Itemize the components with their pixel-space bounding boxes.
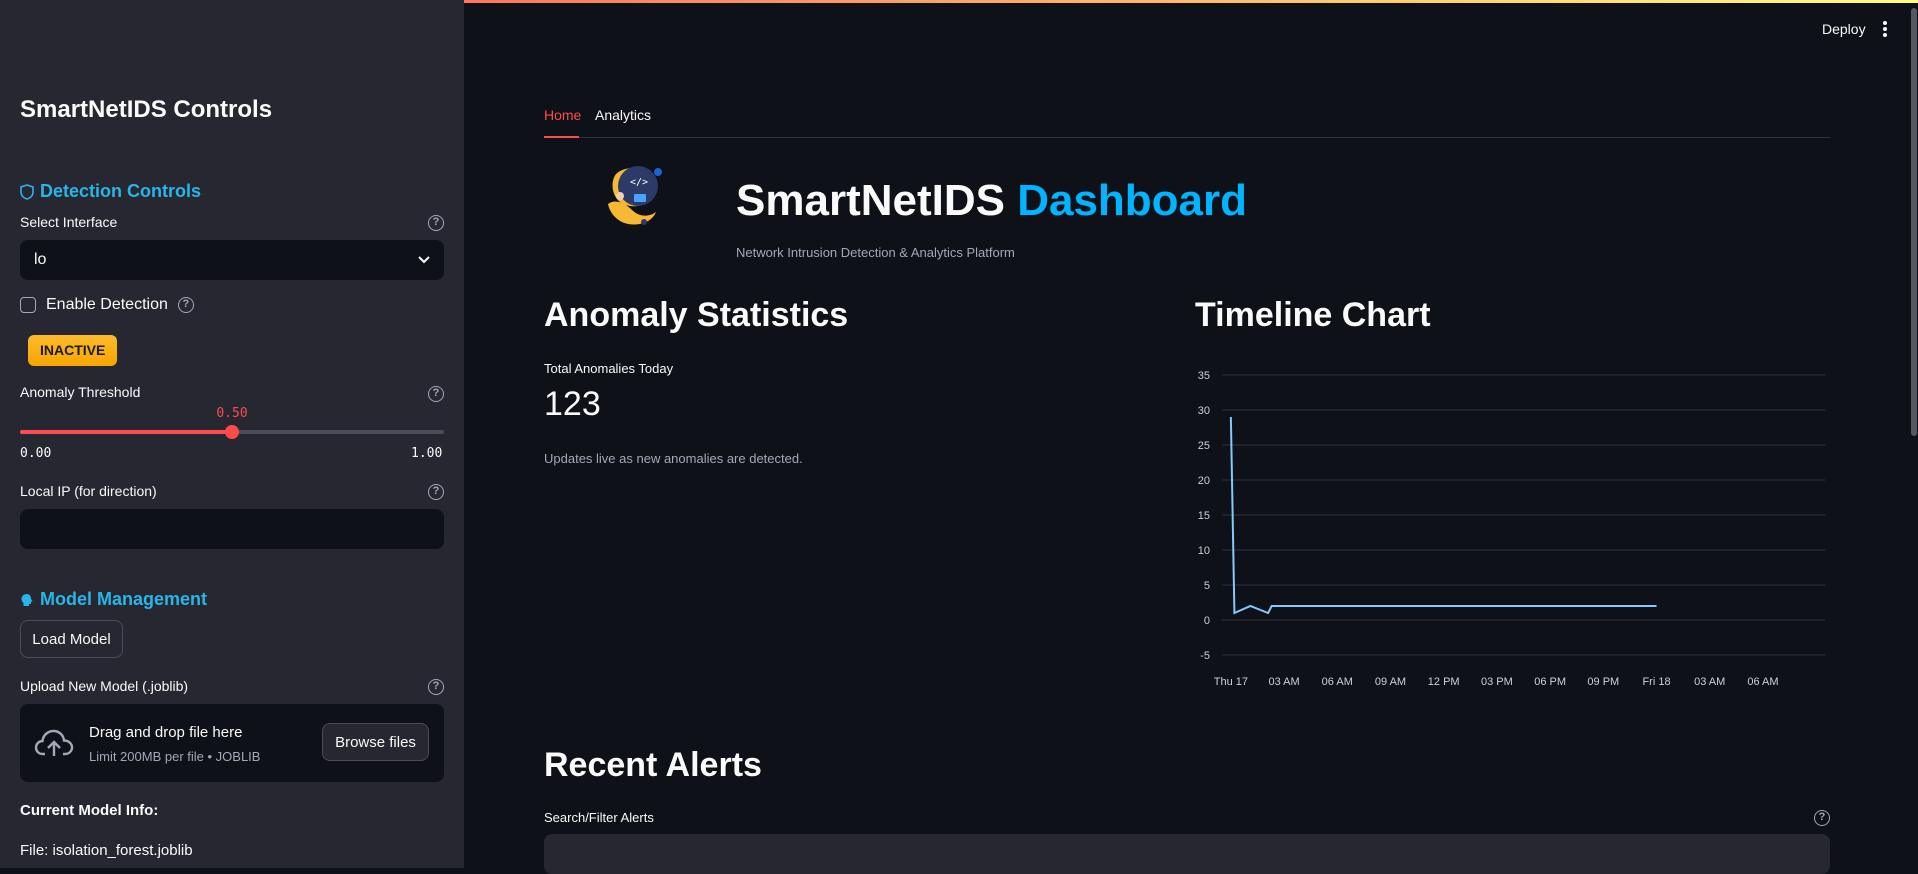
y-tick-label: 30: [1198, 405, 1210, 417]
dashboard-title: SmartNetIDS Dashboard: [736, 176, 1247, 226]
x-tick-label: 03 AM: [1268, 676, 1299, 688]
brain-icon: [20, 592, 34, 608]
cloud-upload-icon: [34, 728, 74, 758]
x-tick-label: Fri 18: [1642, 676, 1670, 688]
y-tick-label: 10: [1198, 545, 1210, 557]
dashboard-title-main: SmartNetIDS: [736, 176, 1005, 225]
threshold-slider-fill: [20, 430, 232, 434]
detection-controls-label: Detection Controls: [40, 181, 201, 202]
help-icon[interactable]: ?: [428, 215, 444, 231]
y-tick-label: 15: [1198, 510, 1210, 522]
x-tick-label: 03 PM: [1481, 676, 1513, 688]
threshold-slider[interactable]: [20, 430, 444, 434]
y-tick-label: -5: [1200, 650, 1210, 662]
tab-home[interactable]: Home: [544, 107, 581, 123]
y-tick-label: 20: [1198, 475, 1210, 487]
y-tick-label: 25: [1198, 440, 1210, 452]
search-alerts-input[interactable]: [544, 834, 1830, 874]
help-icon[interactable]: ?: [428, 679, 444, 695]
y-tick-label: 5: [1204, 580, 1210, 592]
dashboard-subtitle: Network Intrusion Detection & Analytics …: [736, 245, 1015, 260]
enable-detection-checkbox[interactable]: [20, 297, 36, 313]
x-tick-label: 09 AM: [1375, 676, 1406, 688]
enable-detection-label[interactable]: Enable Detection: [46, 296, 168, 314]
stats-caption: Updates live as new anomalies are detect…: [544, 451, 803, 466]
current-model-heading: Current Model Info:: [20, 802, 158, 819]
local-ip-input[interactable]: [20, 509, 444, 549]
anomaly-threshold-label: Anomaly Threshold: [20, 384, 140, 400]
y-tick-label: 35: [1198, 370, 1210, 382]
recent-alerts-heading: Recent Alerts: [544, 746, 762, 785]
timeline-chart-heading: Timeline Chart: [1195, 296, 1431, 335]
help-icon[interactable]: ?: [428, 484, 444, 500]
tab-home-label: Home: [544, 107, 581, 123]
x-tick-label: 12 PM: [1428, 676, 1460, 688]
metric-value: 123: [544, 385, 601, 424]
load-model-button[interactable]: Load Model: [20, 620, 123, 658]
threshold-max-label: 1.00: [411, 446, 442, 461]
tab-analytics[interactable]: Analytics: [595, 107, 651, 123]
search-alerts-label: Search/Filter Alerts: [544, 810, 654, 825]
x-tick-label: 06 AM: [1322, 676, 1353, 688]
anomaly-statistics-heading: Anomaly Statistics: [544, 296, 848, 335]
file-dropzone[interactable]: Drag and drop file here Limit 200MB per …: [20, 704, 444, 782]
local-ip-label: Local IP (for direction): [20, 483, 157, 499]
chevron-down-icon: [418, 256, 430, 264]
dashboard-title-accent: Dashboard: [1017, 176, 1247, 225]
help-icon[interactable]: ?: [1814, 810, 1830, 826]
status-badge: INACTIVE: [28, 335, 117, 366]
dropzone-limit-text: Limit 200MB per file • JOBLIB: [89, 749, 260, 764]
tab-bar: Home Analytics: [544, 106, 1830, 138]
sidebar-title: SmartNetIDS Controls: [20, 96, 272, 124]
scrollbar[interactable]: [1911, 8, 1917, 436]
help-icon[interactable]: ?: [178, 297, 194, 313]
threshold-min-label: 0.00: [20, 446, 51, 461]
current-model-file: File: isolation_forest.joblib: [20, 842, 193, 859]
browse-files-button[interactable]: Browse files: [322, 723, 429, 761]
threshold-slider-handle[interactable]: [225, 425, 239, 439]
logo-code-text: </>: [630, 177, 648, 188]
model-management-heading: Model Management: [20, 589, 207, 610]
x-tick-label: 06 PM: [1534, 676, 1566, 688]
model-management-label: Model Management: [40, 589, 207, 610]
x-tick-label: 03 AM: [1694, 676, 1725, 688]
shield-icon: [20, 184, 34, 200]
deploy-button[interactable]: Deploy: [1822, 21, 1866, 37]
x-tick-label: 09 PM: [1587, 676, 1619, 688]
enable-detection-row: Enable Detection ?: [20, 296, 194, 314]
threshold-current-value: 0.50: [216, 406, 247, 421]
detection-controls-heading: Detection Controls: [20, 181, 201, 202]
interface-select[interactable]: lo: [20, 240, 444, 280]
main-menu-icon[interactable]: [1883, 21, 1887, 37]
active-tab-indicator: [544, 136, 579, 138]
select-interface-label: Select Interface: [20, 214, 117, 230]
interface-select-value: lo: [34, 251, 46, 269]
help-icon[interactable]: ?: [428, 386, 444, 402]
upload-model-label: Upload New Model (.joblib): [20, 678, 188, 694]
y-tick-label: 0: [1204, 615, 1210, 627]
x-tick-label: 06 AM: [1747, 676, 1778, 688]
logo: </>: [598, 164, 670, 228]
sidebar: SmartNetIDS Controls Detection Controls …: [0, 0, 464, 868]
metric-label: Total Anomalies Today: [544, 361, 673, 376]
timeline-chart[interactable]: -5 0 5 10 15 20 25 30 35 Thu 17 03 AM 06 AM 09 AM 12 …: [1190, 360, 1830, 700]
dropzone-instructions: Drag and drop file here: [89, 724, 242, 741]
x-tick-label: Thu 17: [1214, 676, 1248, 688]
